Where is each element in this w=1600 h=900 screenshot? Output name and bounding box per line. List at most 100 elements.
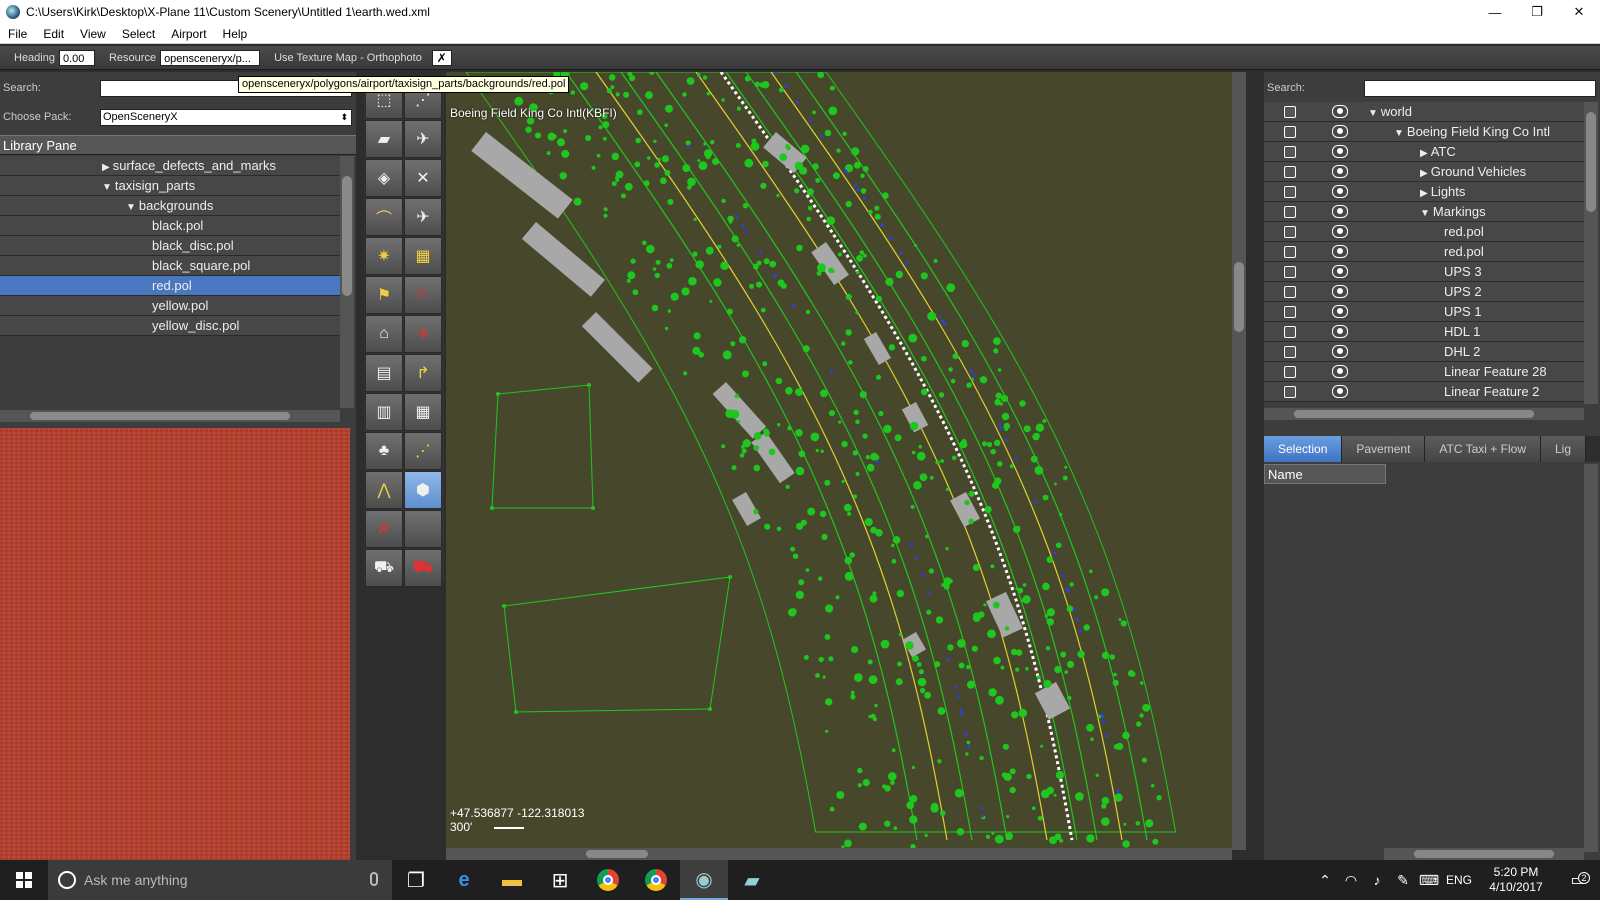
tree-cluster[interactable] — [737, 419, 741, 424]
taxiway-line[interactable] — [770, 72, 1123, 841]
tree-cluster[interactable] — [653, 139, 657, 143]
tree-cluster[interactable] — [855, 310, 859, 315]
tree-cluster[interactable] — [842, 131, 847, 136]
tree-cluster[interactable] — [563, 129, 568, 134]
tree-cluster[interactable] — [744, 75, 751, 82]
tree-cluster[interactable] — [643, 180, 650, 187]
tree-cluster[interactable] — [731, 235, 739, 243]
tree-cluster[interactable] — [695, 260, 704, 269]
taxi-light[interactable] — [905, 261, 909, 265]
tree-cluster[interactable] — [1062, 475, 1068, 481]
tree-cluster[interactable] — [873, 454, 880, 461]
tree-cluster[interactable] — [966, 680, 976, 689]
tree-cluster[interactable] — [930, 802, 939, 811]
clock[interactable]: 5:20 PM 4/10/2017 — [1476, 865, 1556, 895]
tree-cluster[interactable] — [824, 634, 831, 640]
tree-cluster[interactable] — [803, 655, 809, 660]
tree-cluster[interactable] — [938, 392, 945, 398]
collapse-triangle-icon[interactable]: ▼ — [1368, 108, 1378, 119]
tree-cluster[interactable] — [547, 132, 556, 141]
tree-cluster[interactable] — [1075, 792, 1084, 801]
beacon-tool-icon[interactable]: ⚐ — [404, 276, 442, 314]
tree-cluster[interactable] — [721, 98, 725, 102]
tree-cluster[interactable] — [647, 156, 651, 160]
notepad-icon[interactable]: ▰ — [728, 860, 776, 900]
tree-cluster[interactable] — [977, 611, 985, 618]
tree-cluster[interactable] — [626, 278, 631, 283]
tree-cluster[interactable] — [924, 833, 928, 837]
tree-cluster[interactable] — [779, 87, 784, 93]
tree-cluster[interactable] — [990, 564, 995, 569]
tree-cluster[interactable] — [836, 791, 845, 799]
tree-cluster[interactable] — [999, 402, 1004, 406]
tree-cluster[interactable] — [845, 329, 852, 336]
taxi-light[interactable] — [844, 170, 848, 173]
taxiway-line[interactable] — [795, 72, 1148, 841]
tree-cluster[interactable] — [994, 834, 1004, 844]
library-item[interactable]: yellow.pol — [0, 296, 340, 316]
map-view[interactable]: Boeing Field King Co Intl(KBFI) +47.5368… — [446, 72, 1232, 848]
polygon-tool-icon[interactable]: ⬢ — [404, 471, 442, 509]
tree-cluster[interactable] — [825, 698, 833, 706]
hierarchy-row[interactable]: UPS 1 — [1264, 302, 1584, 322]
tree-cluster[interactable] — [1000, 394, 1009, 402]
tree-cluster[interactable] — [669, 258, 674, 263]
taxi-light[interactable] — [915, 556, 919, 560]
polygon-vertex[interactable] — [490, 506, 494, 510]
tree-cluster[interactable] — [1003, 772, 1012, 781]
polygon-vertex[interactable] — [514, 710, 518, 714]
tree-cluster[interactable] — [693, 332, 701, 340]
map-vertical-scrollbar[interactable] — [1232, 72, 1246, 850]
menu-view[interactable]: View — [72, 27, 114, 41]
tree-cluster[interactable] — [844, 839, 852, 848]
minimize-button[interactable]: — — [1474, 0, 1516, 24]
taxi-light[interactable] — [854, 184, 858, 188]
building-footprint[interactable] — [950, 492, 981, 527]
taxi-light[interactable] — [862, 196, 866, 200]
tree-cluster[interactable] — [664, 123, 668, 127]
tree-cluster[interactable] — [891, 558, 897, 564]
tree-cluster[interactable] — [850, 690, 855, 695]
tree-cluster[interactable] — [713, 278, 722, 287]
tree-cluster[interactable] — [862, 779, 870, 787]
sealane-tool-icon[interactable]: ✕ — [404, 159, 442, 197]
tree-cluster[interactable] — [744, 158, 754, 168]
lock-icon[interactable] — [1284, 126, 1296, 138]
tree-cluster[interactable] — [762, 361, 768, 367]
tree-cluster[interactable] — [824, 129, 832, 137]
tree-cluster[interactable] — [952, 353, 959, 360]
tree-cluster[interactable] — [1040, 744, 1044, 748]
tree-cluster[interactable] — [1025, 667, 1029, 671]
taxi-light[interactable] — [773, 274, 777, 278]
taxi-light[interactable] — [910, 543, 914, 547]
tree-cluster[interactable] — [1022, 583, 1027, 587]
tree-cluster[interactable] — [708, 246, 714, 253]
tree-cluster[interactable] — [896, 589, 905, 598]
collapse-triangle-icon[interactable]: ▼ — [126, 202, 136, 213]
tree-cluster[interactable] — [865, 455, 870, 460]
tree-cluster[interactable] — [1120, 620, 1127, 627]
tree-cluster[interactable] — [883, 424, 892, 434]
tree-cluster[interactable] — [1139, 713, 1144, 718]
tree-cluster[interactable] — [884, 820, 891, 827]
tree-cluster[interactable] — [822, 675, 826, 679]
tree-cluster[interactable] — [828, 410, 836, 417]
pen-icon[interactable]: ✎ — [1390, 872, 1416, 889]
library-item[interactable]: black_disc.pol — [0, 236, 340, 256]
eye-icon[interactable] — [1332, 305, 1348, 318]
tree-cluster[interactable] — [786, 145, 791, 151]
tree-cluster[interactable] — [947, 644, 954, 651]
tree-cluster[interactable] — [1095, 773, 1099, 777]
tree-cluster[interactable] — [1023, 425, 1031, 433]
tree-cluster[interactable] — [800, 144, 810, 154]
taxi-light[interactable] — [1061, 574, 1065, 578]
tree-cluster[interactable] — [859, 391, 867, 399]
tree-cluster[interactable] — [666, 262, 673, 269]
tree-cluster[interactable] — [1054, 666, 1062, 674]
tree-cluster[interactable] — [993, 656, 1001, 665]
tree-cluster[interactable] — [1053, 793, 1057, 797]
forest-tool-icon[interactable]: ♣ — [365, 432, 403, 470]
edge-browser-icon[interactable]: e — [440, 860, 488, 900]
tree-cluster[interactable] — [1112, 679, 1119, 687]
tree-cluster[interactable] — [1152, 838, 1159, 845]
